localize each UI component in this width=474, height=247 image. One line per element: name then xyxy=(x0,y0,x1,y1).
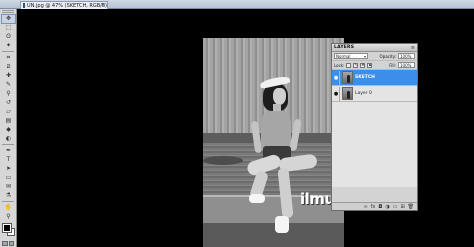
new-layer-icon[interactable]: ⊞ xyxy=(400,204,404,210)
fill-label: Fill: xyxy=(389,62,396,68)
layer-thumbnail xyxy=(342,87,353,100)
eye-icon[interactable]: ● xyxy=(333,86,340,101)
pen-tool-icon[interactable]: ✒ xyxy=(2,147,15,155)
right-shin xyxy=(277,167,294,219)
eraser-tool-icon[interactable]: ▱ xyxy=(2,108,15,116)
close-icon[interactable]: × xyxy=(101,2,105,9)
opacity-label: Opacity: xyxy=(379,53,396,59)
seated-girl-figure xyxy=(203,38,344,247)
layer-name: Layer 0 xyxy=(355,91,372,96)
fill-input[interactable]: 100% xyxy=(398,62,415,68)
gradient-tool-icon[interactable]: ▤ xyxy=(2,117,15,125)
opacity-value: 100% xyxy=(400,53,412,59)
brush-tool-icon[interactable]: ✎ xyxy=(2,81,15,89)
blend-opacity-row: Normal ▾ Opacity: 100% xyxy=(332,52,417,61)
blend-mode-value: Normal xyxy=(336,53,351,59)
layers-panel-header: LAYERS ≡ xyxy=(332,44,417,52)
clone-stamp-tool-icon[interactable]: ⚲ xyxy=(2,90,15,98)
tool-separator xyxy=(2,144,14,145)
slice-tool-icon[interactable]: ⧄ xyxy=(2,63,15,71)
blend-mode-select[interactable]: Normal ▾ xyxy=(334,53,368,59)
move-tool-icon[interactable]: ✥ xyxy=(1,14,16,24)
eye-icon[interactable]: ● xyxy=(333,70,340,85)
folder-icon[interactable]: ▭ xyxy=(393,204,398,210)
layer-row-layer-0[interactable]: ● Layer 0 xyxy=(332,86,417,102)
tool-separator xyxy=(2,51,14,52)
lock-all-icon[interactable]: ▪ xyxy=(367,62,373,68)
document-tab[interactable]: UN.jpg @ 47% (SKETCH, RGB/8) × xyxy=(20,1,108,9)
hand-tool-icon[interactable]: ✋ xyxy=(2,204,15,212)
notes-tool-icon[interactable]: ✉ xyxy=(2,183,15,191)
t-shirt xyxy=(261,111,291,151)
document-icon xyxy=(23,3,26,8)
lock-fill-row: Lock: ✎ ✥ ▪ Fill: 100% xyxy=(332,61,417,70)
marquee-tool-icon[interactable]: ⬚ xyxy=(2,24,15,32)
lock-options: ✎ ✥ ▪ xyxy=(346,62,373,68)
mask-icon[interactable]: ◘ xyxy=(378,204,382,210)
magic-wand-tool-icon[interactable]: ✦ xyxy=(2,42,15,50)
quick-mask-toggle[interactable] xyxy=(2,241,14,246)
right-sneaker xyxy=(275,216,289,233)
layer-row-sketch[interactable]: ● SKETCH xyxy=(332,70,417,86)
layer-name: SKETCH xyxy=(355,75,375,80)
zoom-tool-icon[interactable]: ⚲ xyxy=(2,213,15,221)
panel-menu-icon[interactable]: ≡ xyxy=(411,45,415,51)
adjustment-icon[interactable]: ◑ xyxy=(385,204,389,210)
face xyxy=(273,88,286,105)
blur-tool-icon[interactable]: ◆ xyxy=(2,126,15,134)
fx-icon[interactable]: fx xyxy=(371,204,376,210)
quick-mask-icon[interactable] xyxy=(8,241,14,246)
photo-image xyxy=(203,38,344,247)
shape-tool-icon[interactable]: ▭ xyxy=(2,174,15,182)
standard-mode-icon[interactable] xyxy=(2,241,8,246)
eyedropper-tool-icon[interactable]: ⚗ xyxy=(2,192,15,200)
healing-brush-tool-icon[interactable]: ✚ xyxy=(2,72,15,80)
trash-icon[interactable]: 🗑 xyxy=(408,204,414,210)
document-tab-title: UN.jpg @ 47% (SKETCH, RGB/8) xyxy=(27,2,107,9)
opacity-input[interactable]: 100% xyxy=(398,53,415,59)
right-arm xyxy=(289,118,302,152)
lasso-tool-icon[interactable]: ʘ xyxy=(2,33,15,41)
tool-separator xyxy=(2,201,14,202)
lock-transparency-icon[interactable] xyxy=(346,62,352,68)
layer-list: ● SKETCH ● Layer 0 xyxy=(332,70,417,187)
fill-value: 100% xyxy=(400,62,412,68)
foreground-color-swatch[interactable] xyxy=(2,223,12,233)
history-brush-tool-icon[interactable]: ↺ xyxy=(2,99,15,107)
link-icon[interactable]: ∞ xyxy=(363,204,367,210)
layers-panel-footer: ∞ fx ◘ ◑ ▭ ⊞ 🗑 xyxy=(332,202,417,210)
tools-panel-grip[interactable] xyxy=(2,10,14,13)
lock-pixels-icon[interactable]: ✎ xyxy=(353,62,359,68)
chevron-down-icon: ▾ xyxy=(363,53,366,59)
layers-panel: LAYERS ≡ Normal ▾ Opacity: 100% Lock: ✎ … xyxy=(331,43,418,211)
path-selection-tool-icon[interactable]: ➤ xyxy=(2,165,15,173)
lock-position-icon[interactable]: ✥ xyxy=(360,62,366,68)
color-swatches xyxy=(2,223,15,238)
left-sneaker xyxy=(249,194,265,203)
tab-layers[interactable]: LAYERS xyxy=(334,45,354,50)
tools-panel: ✥ ⬚ ʘ ✦ ⌗ ⧄ ✚ ✎ ⚲ ↺ ▱ ▤ ◆ ◐ ✒ T ➤ ▭ ✉ ⚗ ✋ ⚲ xyxy=(0,9,17,247)
layer-thumbnail xyxy=(342,71,353,84)
lock-label: Lock: xyxy=(334,62,345,68)
document-tab-bar: UN.jpg @ 47% (SKETCH, RGB/8) × xyxy=(0,0,474,9)
crop-tool-icon[interactable]: ⌗ xyxy=(2,54,15,62)
type-tool-icon[interactable]: T xyxy=(2,156,15,164)
dodge-tool-icon[interactable]: ◐ xyxy=(2,135,15,143)
